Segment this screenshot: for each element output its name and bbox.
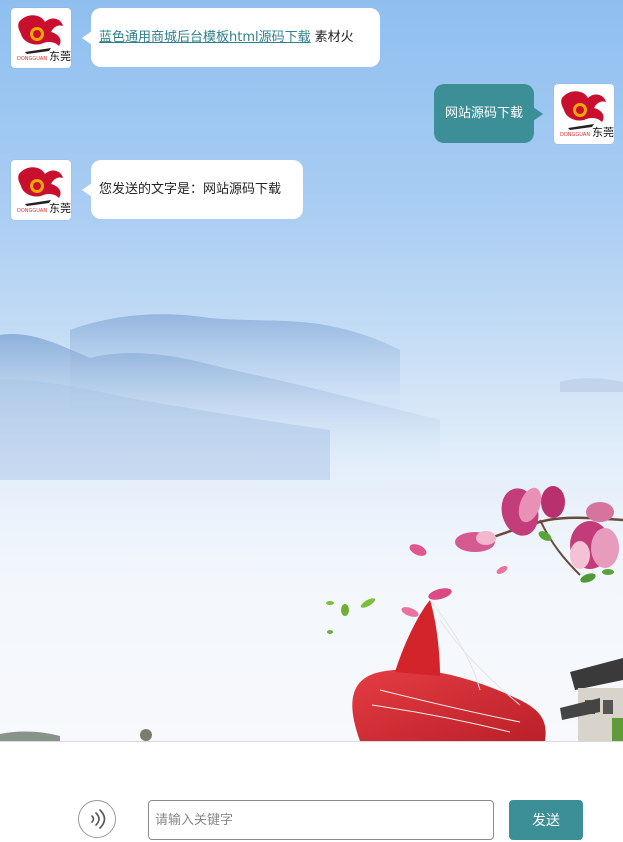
svg-text:东莞: 东莞: [49, 202, 71, 215]
send-button[interactable]: 发送: [509, 800, 583, 840]
user-message-text: 网站源码下载: [444, 105, 523, 121]
dongguan-logo-icon: DONGGUAN 东莞: [17, 167, 71, 215]
red-sculpture: [352, 599, 546, 741]
bot-reply-bubble: 您发送的文字是：网站源码下载: [82, 160, 303, 219]
voice-input-button[interactable]: [78, 800, 116, 838]
svg-text:东莞: 东莞: [592, 126, 614, 139]
user-avatar: DONGGUAN 东莞: [554, 84, 614, 144]
dongguan-logo-icon: DONGGUAN 东莞: [560, 91, 614, 139]
magnolia-flowers: [455, 486, 619, 583]
input-bar: 发送: [0, 741, 623, 842]
user-message-bubble: 网站源码下载: [434, 84, 543, 143]
source-label: 素材火: [314, 29, 354, 45]
svg-text:东莞: 东莞: [49, 50, 71, 63]
svg-text:DONGGUAN: DONGGUAN: [560, 132, 590, 138]
voice-wave-icon: [91, 809, 106, 829]
bot-avatar: DONGGUAN 东莞: [11, 8, 71, 68]
keyword-input[interactable]: [148, 800, 494, 840]
svg-text:DONGGUAN: DONGGUAN: [17, 208, 47, 214]
template-download-link[interactable]: 蓝色通用商城后台模板html源码下载: [99, 28, 311, 48]
bot-message-bubble: 蓝色通用商城后台模板html源码下载 素材火: [82, 8, 380, 67]
dongguan-logo-icon: DONGGUAN 东莞: [17, 15, 71, 63]
bot-reply-text: 您发送的文字是：网站源码下载: [99, 181, 282, 197]
pavilion-building: [560, 658, 623, 741]
svg-text:DONGGUAN: DONGGUAN: [17, 56, 47, 62]
bot-avatar: DONGGUAN 东莞: [11, 160, 71, 220]
